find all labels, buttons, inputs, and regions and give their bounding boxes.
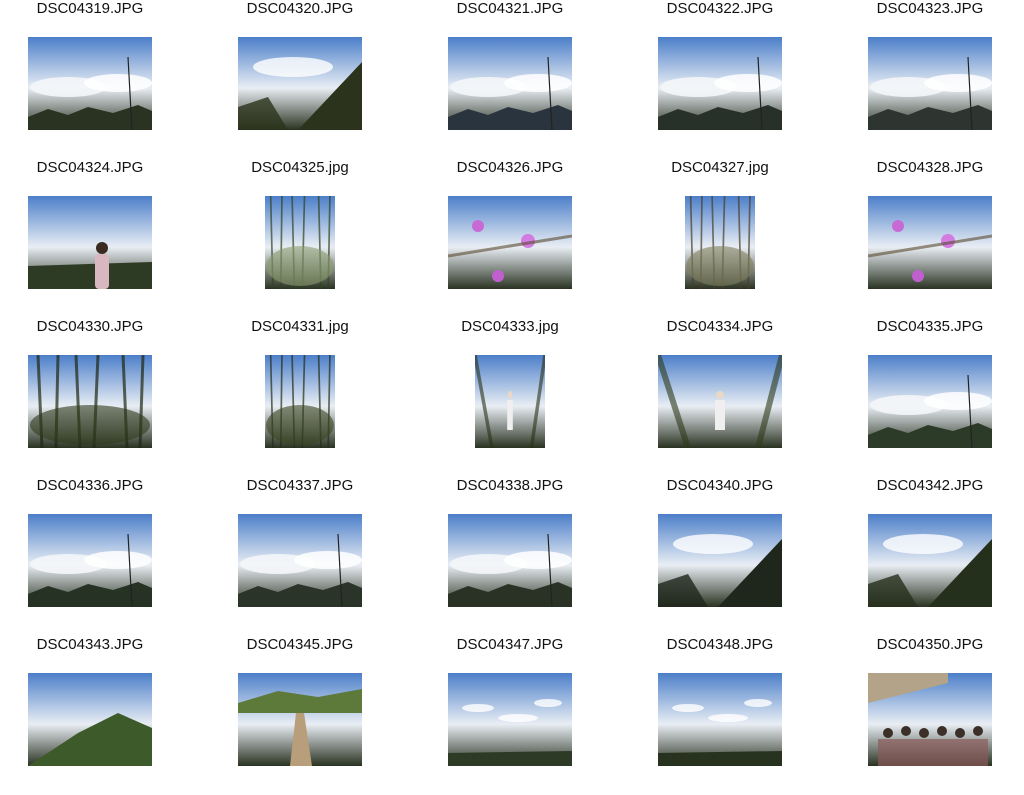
thumbnail-filename[interactable]: DSC04331.jpg [210,318,390,336]
thumbnail-image[interactable] [28,355,152,448]
thumbnail-image[interactable] [28,37,152,130]
thumbnail-image[interactable] [658,37,782,130]
thumbnail-image[interactable] [868,196,992,289]
thumbnail-item[interactable]: DSC04320.JPG [210,0,420,159]
thumbnail-item[interactable]: DSC04327.jpg [630,159,840,318]
thumbnail-filename[interactable]: DSC04342.JPG [840,477,1020,495]
thumbnail-image[interactable] [448,514,572,607]
thumbnail-image[interactable] [265,355,335,448]
thumbnail-filename[interactable]: DSC04327.jpg [630,159,810,177]
thumbnail-filename[interactable]: DSC04333.jpg [420,318,600,336]
thumbnail-item[interactable]: DSC04338.JPG [420,477,630,636]
thumbnail-item[interactable]: DSC04343.JPG [0,636,210,795]
thumbnail-filename[interactable]: DSC04345.JPG [210,636,390,654]
thumbnail-item[interactable]: DSC04328.JPG [840,159,1024,318]
thumbnail-item[interactable]: DSC04342.JPG [840,477,1024,636]
thumbnail-image[interactable] [868,37,992,130]
thumbnail-image[interactable] [658,355,782,448]
thumbnail-filename[interactable]: DSC04343.JPG [0,636,180,654]
thumbnail-image[interactable] [28,673,152,766]
thumbnail-filename[interactable]: DSC04323.JPG [840,0,1020,18]
thumbnail-image[interactable] [238,37,362,130]
thumbnail-image[interactable] [658,514,782,607]
thumbnail-filename[interactable]: DSC04330.JPG [0,318,180,336]
thumbnail-item[interactable]: DSC04348.JPG [630,636,840,795]
thumbnail-filename[interactable]: DSC04321.JPG [420,0,600,18]
thumbnail-filename[interactable]: DSC04326.JPG [420,159,600,177]
thumbnail-image[interactable] [448,37,572,130]
thumbnail-item[interactable]: DSC04326.JPG [420,159,630,318]
thumbnail-item[interactable]: DSC04321.JPG [420,0,630,159]
thumbnail-filename[interactable]: DSC04320.JPG [210,0,390,18]
thumbnail-filename[interactable]: DSC04319.JPG [0,0,180,18]
thumbnail-filename[interactable]: DSC04334.JPG [630,318,810,336]
thumbnail-image[interactable] [868,673,992,766]
thumbnail-image[interactable] [868,355,992,448]
thumbnail-item[interactable]: DSC04347.JPG [420,636,630,795]
thumbnail-item[interactable]: DSC04331.jpg [210,318,420,477]
thumbnail-image[interactable] [868,514,992,607]
thumbnail-filename[interactable]: DSC04348.JPG [630,636,810,654]
thumbnail-item[interactable]: DSC04337.JPG [210,477,420,636]
thumbnail-item[interactable]: DSC04333.jpg [420,318,630,477]
thumbnail-filename[interactable]: DSC04335.JPG [840,318,1020,336]
thumbnail-item[interactable]: DSC04322.JPG [630,0,840,159]
thumbnail-image[interactable] [28,196,152,289]
thumbnail-filename[interactable]: DSC04338.JPG [420,477,600,495]
thumbnail-image[interactable] [685,196,755,289]
thumbnail-filename[interactable]: DSC04350.JPG [840,636,1020,654]
thumbnail-item[interactable]: DSC04319.JPG [0,0,210,159]
thumbnail-image[interactable] [658,673,782,766]
thumbnail-filename[interactable]: DSC04328.JPG [840,159,1020,177]
thumbnail-image[interactable] [238,514,362,607]
thumbnail-item[interactable]: DSC04345.JPG [210,636,420,795]
thumbnail-item[interactable]: DSC04350.JPG [840,636,1024,795]
thumbnail-filename[interactable]: DSC04336.JPG [0,477,180,495]
thumbnail-image[interactable] [265,196,335,289]
thumbnail-item[interactable]: DSC04325.jpg [210,159,420,318]
thumbnail-image[interactable] [238,673,362,766]
thumbnail-image[interactable] [475,355,545,448]
thumbnail-item[interactable]: DSC04340.JPG [630,477,840,636]
thumbnail-filename[interactable]: DSC04322.JPG [630,0,810,18]
thumbnail-item[interactable]: DSC04335.JPG [840,318,1024,477]
thumbnail-gallery: DSC04319.JPG DSC04320.JPG DSC04321.JPG D… [0,0,1024,768]
thumbnail-item[interactable]: DSC04336.JPG [0,477,210,636]
thumbnail-item[interactable]: DSC04324.JPG [0,159,210,318]
thumbnail-image[interactable] [448,196,572,289]
thumbnail-image[interactable] [28,514,152,607]
thumbnail-item[interactable]: DSC04323.JPG [840,0,1024,159]
thumbnail-filename[interactable]: DSC04325.jpg [210,159,390,177]
thumbnail-item[interactable]: DSC04330.JPG [0,318,210,477]
thumbnail-item[interactable]: DSC04334.JPG [630,318,840,477]
thumbnail-filename[interactable]: DSC04347.JPG [420,636,600,654]
thumbnail-image[interactable] [448,673,572,766]
thumbnail-filename[interactable]: DSC04324.JPG [0,159,180,177]
thumbnail-filename[interactable]: DSC04340.JPG [630,477,810,495]
thumbnail-filename[interactable]: DSC04337.JPG [210,477,390,495]
